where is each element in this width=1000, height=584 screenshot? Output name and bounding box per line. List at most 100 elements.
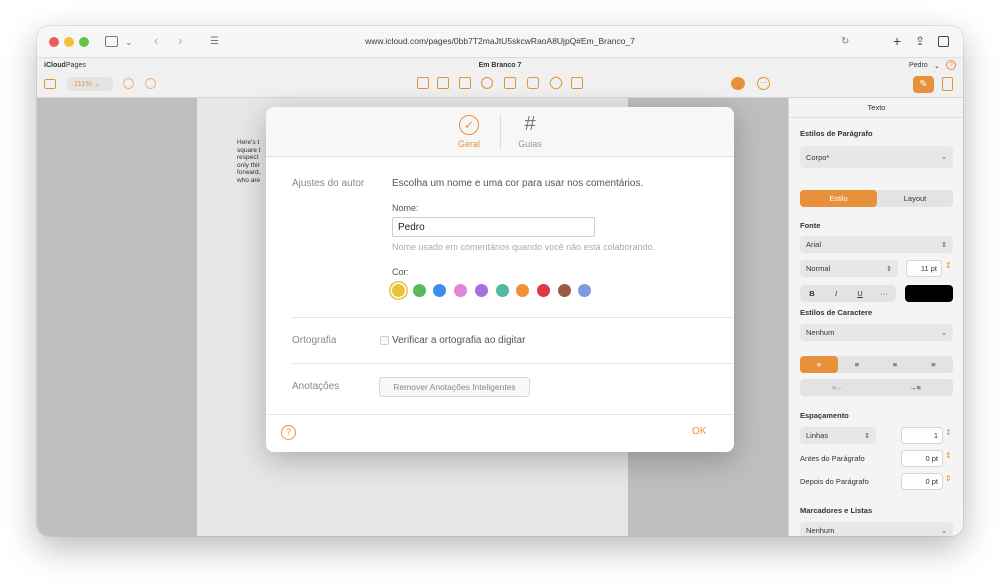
color-swatch[interactable] (516, 284, 530, 297)
color-label: Cor: (392, 267, 410, 277)
font-weight-select[interactable]: Normal ⇕ (800, 260, 898, 277)
checkmark-circle-icon: ✓ (459, 115, 479, 135)
color-swatch[interactable] (495, 284, 509, 297)
sidebar-toggle-icon[interactable] (105, 36, 118, 47)
forward-icon[interactable]: › (178, 34, 182, 47)
comment-icon[interactable] (571, 77, 583, 89)
user-menu[interactable]: Pedro (909, 62, 928, 69)
zoom-value: 111% (74, 79, 93, 88)
media-icon[interactable] (547, 74, 565, 92)
share-icon[interactable]: ⇪ (915, 35, 925, 47)
indent-buttons: ≡← →≡ (800, 379, 953, 396)
insert-page-icon[interactable] (417, 77, 429, 89)
color-swatch[interactable] (412, 284, 426, 297)
spelling-label: Ortografia (292, 335, 337, 346)
reload-icon[interactable]: ↻ (841, 36, 849, 48)
tabs-overview-icon[interactable] (938, 36, 949, 47)
color-swatch[interactable] (433, 284, 447, 297)
zoom-window-button[interactable] (79, 37, 89, 47)
more-format-button[interactable]: ··· (872, 285, 896, 302)
more-icon[interactable]: ··· (757, 77, 770, 90)
text-color-well[interactable] (905, 285, 953, 302)
zoom-selector[interactable]: 111% ⌄ (67, 77, 113, 91)
justify-button[interactable]: ≡ (914, 356, 953, 373)
chevron-down-icon: ⌄ (941, 329, 947, 337)
tab-geral[interactable]: ✓ Geral (452, 113, 486, 153)
author-name-input[interactable] (392, 217, 595, 237)
address-bar[interactable]: www.icloud.com/pages/0bb7T2maJtU5skcwRao… (307, 36, 693, 46)
pages-brand: Pages (66, 62, 86, 69)
color-swatch[interactable] (454, 284, 468, 297)
character-style-select[interactable]: Nenhum ⌄ (800, 324, 953, 341)
line-spacing-stepper-icon[interactable]: ⇕ (945, 428, 952, 437)
tab-estilo[interactable]: Estilo (800, 190, 877, 207)
new-tab-icon[interactable]: + (893, 34, 901, 48)
collaborate-icon[interactable] (731, 77, 745, 90)
underline-button[interactable]: U (848, 285, 872, 302)
document-setup-icon[interactable] (942, 77, 953, 91)
italic-button[interactable]: I (824, 285, 848, 302)
close-window-button[interactable] (49, 37, 59, 47)
author-description: Escolha um nome e uma cor para usar nos … (392, 178, 644, 189)
font-heading: Fonte (800, 221, 821, 230)
align-left-button[interactable]: ≡ (800, 356, 838, 373)
format-brush-icon[interactable]: ✎ (913, 76, 934, 93)
chevron-down-icon[interactable]: ⌄ (125, 36, 133, 48)
font-family-value: Arial (806, 240, 822, 249)
spelling-checkbox[interactable] (380, 336, 389, 345)
list-icon[interactable] (437, 77, 449, 89)
after-paragraph-field[interactable]: 0 pt (901, 473, 943, 490)
user-menu-chevron-icon[interactable]: ⌄ (934, 62, 940, 70)
ok-button[interactable]: OK (692, 426, 706, 437)
preferences-dialog: ✓ Geral # Guias Ajustes do autor Escolha… (266, 107, 734, 452)
line-spacing-mode-select[interactable]: Linhas ⇕ (800, 427, 876, 444)
text-box-icon[interactable] (504, 77, 516, 89)
bullets-select[interactable]: Nenhum ⌄ (800, 522, 953, 536)
chevron-down-icon: ⌄ (941, 527, 947, 535)
page-menu-icon[interactable]: ☰ (210, 36, 219, 48)
after-paragraph-stepper-icon[interactable]: ⇕ (945, 474, 952, 483)
bold-button[interactable]: B (800, 285, 824, 302)
chart-icon[interactable] (481, 77, 493, 89)
minimize-window-button[interactable] (64, 37, 74, 47)
style-layout-tabs: Estilo Layout (800, 190, 953, 207)
question-mark-circle-icon[interactable]: ? (281, 425, 296, 440)
back-icon[interactable]: ‹ (154, 34, 158, 47)
undo-icon[interactable] (123, 78, 134, 89)
align-right-button[interactable]: ≡ (876, 356, 914, 373)
table-icon[interactable] (459, 77, 471, 89)
before-paragraph-label: Antes do Parágrafo (800, 454, 865, 463)
paragraph-style-select[interactable]: Corpo* ⌄ (800, 146, 953, 168)
before-paragraph-stepper-icon[interactable]: ⇕ (945, 451, 952, 460)
tab-geral-label: Geral (457, 139, 480, 149)
after-paragraph-label: Depois do Parágrafo (800, 477, 869, 486)
color-swatch-selected[interactable] (392, 284, 405, 297)
color-swatch[interactable] (536, 284, 550, 297)
line-spacing-field[interactable]: 1 (901, 427, 943, 444)
tab-guias[interactable]: # Guias (513, 113, 547, 153)
section-divider (292, 363, 734, 364)
font-family-select[interactable]: Arial ⇕ (800, 236, 953, 253)
tab-layout[interactable]: Layout (877, 190, 953, 207)
remove-annotations-button[interactable]: Remover Anotações Inteligentes (379, 377, 530, 397)
section-divider (292, 317, 734, 318)
color-swatch[interactable] (557, 284, 571, 297)
font-size-field[interactable]: 11 pt (906, 260, 942, 277)
tab-divider (500, 115, 501, 149)
help-icon[interactable]: ? (946, 60, 956, 70)
font-size-stepper-icon[interactable]: ⇕ (945, 261, 952, 270)
view-sidebar-icon[interactable] (44, 79, 56, 89)
bullets-value: Nenhum (806, 526, 835, 535)
increase-indent-button[interactable]: →≡ (877, 379, 953, 396)
name-label: Nome: (392, 203, 419, 213)
spelling-checkbox-label[interactable]: Verificar a ortografia ao digitar (392, 335, 525, 346)
redo-icon[interactable] (145, 78, 156, 89)
decrease-indent-button[interactable]: ≡← (800, 379, 876, 396)
tab-guias-label: Guias (518, 139, 542, 149)
align-center-button[interactable]: ≡ (838, 356, 876, 373)
color-swatch[interactable] (474, 284, 488, 297)
updown-icon: ⇕ (864, 432, 870, 440)
before-paragraph-field[interactable]: 0 pt (901, 450, 943, 467)
color-swatch[interactable] (578, 284, 592, 297)
shape-icon[interactable] (527, 77, 539, 89)
